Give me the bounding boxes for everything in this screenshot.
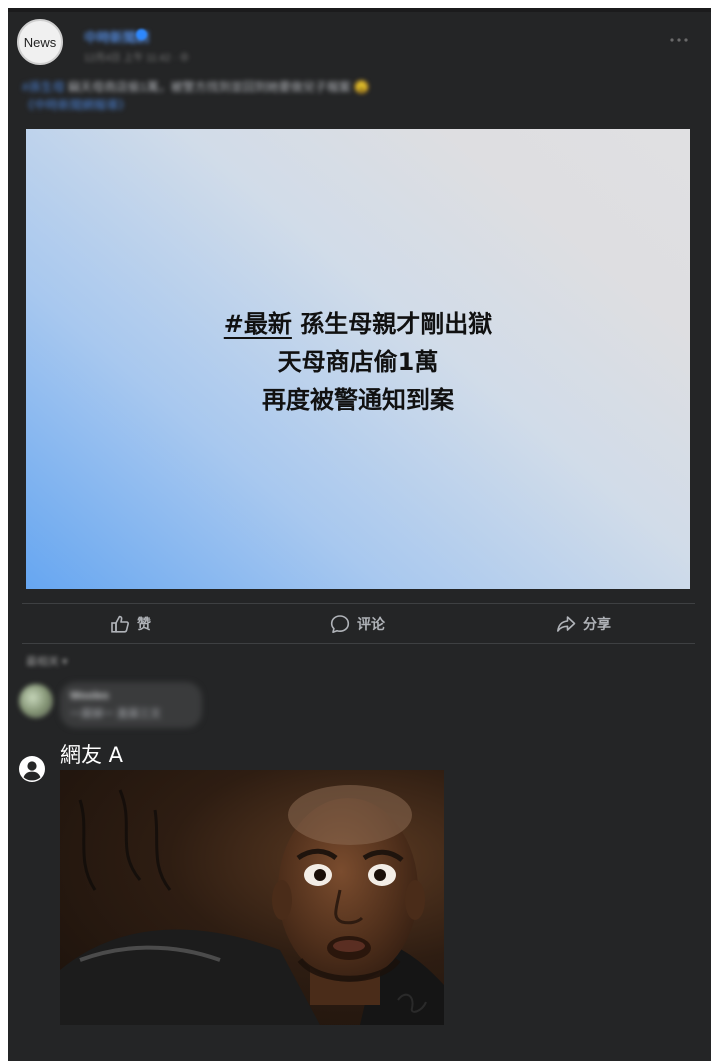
page-avatar[interactable]: News: [17, 19, 63, 65]
share-label: 分享: [583, 617, 611, 633]
thumbs-up-icon: [111, 615, 129, 633]
comment-button[interactable]: 评论: [330, 613, 385, 635]
surprised-man-illustration: [60, 785, 444, 1025]
comment-text: 一屎掉一 直屎三文: [70, 708, 162, 720]
comment-bubble: Wooles 一屎掉一 直屎三文: [60, 682, 202, 728]
user-avatar-icon: [19, 756, 45, 782]
share-arrow-icon: [557, 616, 576, 632]
action-bar-bottom-divider: [22, 643, 695, 644]
share-button[interactable]: 分享: [556, 613, 611, 635]
post-timestamp[interactable]: 12月4日 上午 11:42 · ⊕: [84, 49, 189, 64]
top-strip: [8, 8, 711, 12]
more-options-icon[interactable]: [670, 38, 688, 42]
caption-text: 竊天母商店偷1萬，被警方找到並回到她要做兒子報案: [68, 80, 351, 94]
commenter-avatar[interactable]: [19, 684, 53, 718]
headline-line-2: 天母商店偷1萬: [277, 348, 439, 376]
action-bar-top-divider: [22, 603, 695, 604]
reaction-image[interactable]: [60, 770, 444, 1025]
verified-badge-icon: [136, 29, 147, 40]
post-caption: #孫生母 竊天母商店偷1萬，被警方找到並回到她要做兒子報案 😮 《中時新聞網報導…: [22, 78, 482, 114]
like-button[interactable]: 赞: [110, 613, 151, 635]
news-headline: #最新 孫生母親才剛出獄 天母商店偷1萬 再度被警通知到案: [26, 305, 690, 419]
commenter-name[interactable]: Wooles: [70, 690, 192, 702]
caption-hashtag[interactable]: #孫生母: [22, 80, 65, 94]
reply-user-name: 網友 A: [60, 743, 124, 767]
like-label: 赞: [137, 617, 151, 633]
headline-line-1: #最新 孫生母親才剛出獄: [26, 305, 690, 343]
headline-hashtag: #最新: [223, 310, 292, 338]
comment-bubble-icon: [330, 615, 350, 633]
news-image-card[interactable]: #最新 孫生母親才剛出獄 天母商店偷1萬 再度被警通知到案: [26, 129, 690, 589]
page-avatar-label: News: [23, 34, 57, 50]
headline-line-1-text: 孫生母親才剛出獄: [300, 310, 493, 338]
comment-sort-dropdown[interactable]: 最相关 ▾: [26, 653, 68, 669]
caption-link[interactable]: 《中時新聞網報導》: [22, 98, 130, 112]
caption-emoji: 😮: [354, 80, 370, 94]
comment-label: 评论: [357, 617, 385, 633]
headline-line-3: 再度被警通知到案: [262, 386, 454, 414]
